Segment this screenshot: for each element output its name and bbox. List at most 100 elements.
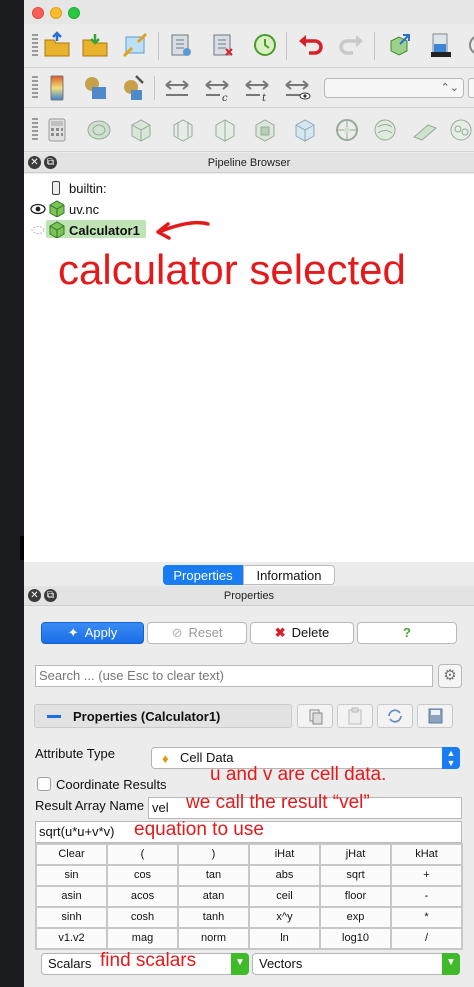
calc-key[interactable]: sinh	[36, 907, 107, 928]
calc-key[interactable]: log10	[320, 928, 391, 949]
copy-icon[interactable]	[297, 704, 333, 728]
calc-key[interactable]: kHat	[391, 844, 462, 865]
main-toolbar	[24, 24, 474, 68]
representation-combo[interactable]	[468, 78, 474, 98]
glyph-icon[interactable]	[290, 115, 320, 145]
toolbar-grip[interactable]	[32, 118, 38, 142]
desktop-background	[0, 0, 24, 987]
rescale-range-icon[interactable]	[80, 73, 110, 103]
slice-icon[interactable]	[168, 115, 198, 145]
save-icon[interactable]	[417, 704, 453, 728]
wand-icon: ✦	[67, 625, 79, 640]
calc-key[interactable]: tanh	[178, 907, 249, 928]
undo-history-icon[interactable]	[250, 30, 280, 60]
refresh-icon[interactable]	[377, 704, 413, 728]
calc-key[interactable]: v1.v2	[36, 928, 107, 949]
coordinate-results-checkbox[interactable]	[37, 777, 51, 791]
delete-button[interactable]: ✖ Delete	[250, 622, 354, 644]
search-input[interactable]: Search ... (use Esc to clear text)	[35, 665, 433, 687]
calc-key[interactable]: cosh	[107, 907, 178, 928]
redo-icon[interactable]	[336, 30, 366, 60]
warp-icon[interactable]	[370, 115, 400, 145]
zoom-window-button[interactable]	[68, 7, 80, 19]
calc-key[interactable]: floor	[320, 886, 391, 907]
rescale-visible-icon[interactable]	[282, 73, 312, 103]
extract-subset-icon[interactable]	[250, 115, 280, 145]
delete-label: Delete	[291, 625, 330, 640]
open-file-icon[interactable]	[42, 30, 72, 60]
calc-key[interactable]: iHat	[249, 844, 320, 865]
close-window-button[interactable]	[32, 7, 44, 19]
calc-key[interactable]: atan	[178, 886, 249, 907]
calc-key[interactable]: norm	[178, 928, 249, 949]
calculator-icon[interactable]	[42, 115, 72, 145]
extract-icon[interactable]	[384, 30, 414, 60]
collapse-icon	[47, 715, 61, 718]
calc-key[interactable]: Clear	[36, 844, 107, 865]
save-state-icon[interactable]	[208, 30, 238, 60]
threshold-icon[interactable]	[210, 115, 240, 145]
camera-icon[interactable]	[464, 30, 474, 60]
calc-key[interactable]: *	[391, 907, 462, 928]
vectors-select[interactable]: Vectors ▼	[252, 953, 460, 975]
properties-section-header[interactable]: Properties (Calculator1)	[34, 704, 292, 728]
calc-key[interactable]: (	[107, 844, 178, 865]
array-selector-combo[interactable]: ⌃⌄	[324, 78, 464, 98]
section-label: Properties (Calculator1)	[73, 709, 221, 724]
calc-key[interactable]: /	[391, 928, 462, 949]
calc-key[interactable]: )	[178, 844, 249, 865]
calc-key[interactable]: mag	[107, 928, 178, 949]
calc-key[interactable]: ln	[249, 928, 320, 949]
paste-icon[interactable]	[337, 704, 373, 728]
hidden-eye-icon[interactable]	[30, 224, 46, 239]
load-state-icon[interactable]	[166, 30, 196, 60]
calc-key[interactable]: tan	[178, 865, 249, 886]
calc-key[interactable]: cos	[107, 865, 178, 886]
contour-icon[interactable]	[84, 115, 114, 145]
chevron-updown-icon: ⌃⌄	[440, 82, 459, 94]
calc-key[interactable]: x^y	[249, 907, 320, 928]
eye-icon[interactable]	[30, 202, 46, 219]
help-button[interactable]: ?	[357, 622, 457, 644]
minimize-window-button[interactable]	[50, 7, 62, 19]
calc-key[interactable]: acos	[107, 886, 178, 907]
rescale-x-icon[interactable]	[162, 73, 192, 103]
calc-key[interactable]: jHat	[320, 844, 391, 865]
toolbar-grip[interactable]	[32, 76, 38, 100]
reset-label: Reset	[188, 625, 223, 640]
calc-key[interactable]: asin	[36, 886, 107, 907]
panel-title: Pipeline Browser	[207, 157, 291, 169]
server-icon	[52, 181, 60, 195]
open-folder-icon[interactable]	[80, 30, 110, 60]
rescale-t-icon[interactable]: t	[242, 73, 272, 103]
annotation-result-name: we call the result “vel”	[186, 792, 370, 813]
connect-icon[interactable]	[120, 30, 150, 60]
calc-key[interactable]: sqrt	[320, 865, 391, 886]
custom-range-icon[interactable]	[118, 73, 148, 103]
tab-information[interactable]: Information	[243, 565, 335, 585]
calc-key[interactable]: exp	[320, 907, 391, 928]
properties-panel: ✦ Apply ⊘ Reset ✖ Delete ? Search ... (use …	[24, 606, 474, 987]
stream-tracer-icon[interactable]	[332, 115, 362, 145]
color-legend-icon[interactable]	[42, 73, 72, 103]
scalars-value: Scalars	[48, 956, 92, 971]
gear-icon[interactable]: ⚙	[438, 664, 462, 688]
apply-button[interactable]: ✦ Apply	[41, 622, 144, 644]
clip-icon[interactable]	[126, 115, 156, 145]
undo-icon[interactable]	[296, 30, 326, 60]
rescale-c-icon[interactable]: c	[202, 73, 232, 103]
color-map-icon[interactable]	[426, 30, 456, 60]
calc-key[interactable]: abs	[249, 865, 320, 886]
append-icon[interactable]	[446, 115, 474, 145]
calc-key[interactable]: sin	[36, 865, 107, 886]
reset-button[interactable]: ⊘ Reset	[147, 622, 247, 644]
toolbar-grip[interactable]	[32, 34, 38, 58]
chevron-down-icon: ▼	[231, 953, 249, 975]
calc-key[interactable]: +	[391, 865, 462, 886]
no-entry-icon: ⊘	[171, 625, 183, 640]
annotation-find-scalars: find scalars	[100, 950, 197, 971]
group-icon[interactable]	[410, 115, 440, 145]
tab-properties[interactable]: Properties	[163, 565, 243, 585]
calc-key[interactable]: -	[391, 886, 462, 907]
calc-key[interactable]: ceil	[249, 886, 320, 907]
